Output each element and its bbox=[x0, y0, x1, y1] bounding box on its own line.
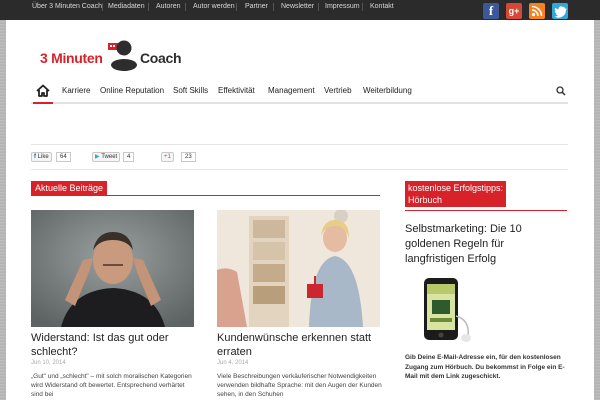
topbar-link-autoren[interactable]: Autoren bbox=[156, 0, 181, 14]
topbar-separator bbox=[148, 3, 149, 11]
article-excerpt: Viele Beschreibungen verkäuferischer Not… bbox=[217, 373, 382, 398]
tweet-label: Tweet bbox=[101, 154, 118, 160]
nav-item-weiterbildung[interactable]: Weiterbildung bbox=[363, 80, 412, 102]
twitter-bird-icon: ▶ bbox=[95, 154, 100, 160]
tweet-count: 4 bbox=[123, 152, 135, 162]
main-nav: Karriere Online Reputation Soft Skills E… bbox=[31, 80, 568, 104]
topbar-link-kontakt[interactable]: Kontakt bbox=[370, 0, 394, 14]
nav-item-online-reputation[interactable]: Online Reputation bbox=[100, 80, 164, 102]
logo-text-coach: Coach bbox=[140, 50, 182, 66]
nav-item-effektivitaet[interactable]: Effektivität bbox=[218, 80, 255, 102]
coach-avatar-icon bbox=[108, 40, 137, 71]
topbar-separator bbox=[185, 3, 186, 11]
article-date: Jun 10, 2014 bbox=[31, 360, 66, 366]
divider bbox=[31, 169, 568, 170]
google-plus-count: 23 bbox=[181, 152, 196, 162]
article-date: Jun 4, 2014 bbox=[217, 360, 249, 366]
section-title-aktuelle-beitraege: Aktuelle Beiträge bbox=[31, 181, 108, 195]
main-container: 3 Minuten Coach Karriere Online Reputati… bbox=[6, 20, 594, 400]
saleswoman-with-gift-image bbox=[217, 210, 380, 327]
google-plus-widget[interactable]: +1 23 bbox=[161, 152, 201, 162]
search-icon[interactable] bbox=[556, 86, 566, 96]
google-plus-icon[interactable]: g+ bbox=[506, 3, 522, 19]
sidebar-header-line bbox=[405, 210, 567, 211]
sidebar-title-line2: Hörbuch bbox=[408, 195, 443, 205]
facebook-like-widget[interactable]: f Like 64 bbox=[31, 152, 77, 162]
nav-item-management[interactable]: Management bbox=[268, 80, 315, 102]
google-plus-one-button[interactable]: +1 bbox=[161, 152, 174, 162]
nav-item-vertrieb[interactable]: Vertrieb bbox=[324, 80, 352, 102]
topbar-link-partner[interactable]: Partner bbox=[245, 0, 268, 14]
facebook-icon: f bbox=[34, 154, 36, 160]
article-excerpt: „Gut" und „schlecht" – mit solch moralis… bbox=[31, 373, 192, 398]
topbar-link-impressum[interactable]: Impressum bbox=[325, 0, 360, 14]
home-icon bbox=[36, 84, 50, 97]
topbar-separator bbox=[362, 3, 363, 11]
divider bbox=[31, 144, 568, 145]
facebook-like-button[interactable]: f Like bbox=[31, 152, 52, 162]
topbar-link-ueber[interactable]: Über 3 Minuten Coach bbox=[32, 0, 102, 14]
topbar-separator bbox=[273, 3, 274, 11]
smartphone-audiobook-image bbox=[424, 278, 471, 342]
nav-item-soft-skills[interactable]: Soft Skills bbox=[173, 80, 208, 102]
facebook-like-count: 64 bbox=[56, 152, 71, 162]
topbar-link-mediadaten[interactable]: Mediadaten bbox=[108, 0, 145, 14]
article-title[interactable]: Widerstand: Ist das gut oder schlecht? bbox=[31, 331, 196, 359]
article-thumbnail-kundenwuensche[interactable] bbox=[217, 210, 380, 327]
section-header-line bbox=[31, 195, 380, 196]
topbar-separator bbox=[318, 3, 319, 11]
man-covering-ears-image bbox=[31, 210, 194, 327]
logo-text-3-minuten: 3 Minuten bbox=[40, 50, 103, 66]
facebook-icon[interactable]: f bbox=[483, 3, 499, 19]
sidebar-title-line1: kostenlose Erfolgstipps: bbox=[408, 183, 504, 193]
nav-item-karriere[interactable]: Karriere bbox=[62, 80, 90, 102]
sidebar-section-title: kostenlose Erfolgstipps: Hörbuch bbox=[405, 181, 507, 207]
like-label: Like bbox=[37, 154, 49, 160]
topbar-link-newsletter[interactable]: Newsletter bbox=[281, 0, 314, 14]
nav-home[interactable] bbox=[33, 80, 53, 104]
topbar-link-autor-werden[interactable]: Autor werden bbox=[193, 0, 235, 14]
topbar-separator bbox=[102, 3, 103, 11]
sidebar-hoerbuch-description: Gib Deine E-Mail-Adresse ein, für den ko… bbox=[405, 354, 565, 380]
sidebar-hoerbuch-title[interactable]: Selbstmarketing: Die 10 goldenen Regeln … bbox=[405, 222, 565, 267]
top-bar: Über 3 Minuten Coach Mediadaten Autoren … bbox=[0, 0, 600, 20]
twitter-tweet-widget[interactable]: ▶ Tweet 4 bbox=[92, 152, 148, 162]
topbar-separator bbox=[236, 3, 237, 11]
rss-icon[interactable] bbox=[529, 3, 545, 19]
tweet-button[interactable]: ▶ Tweet bbox=[92, 152, 121, 162]
article-title[interactable]: Kundenwünsche erkennen statt erraten bbox=[217, 331, 382, 359]
twitter-icon[interactable] bbox=[552, 3, 568, 19]
article-thumbnail-widerstand[interactable] bbox=[31, 210, 194, 327]
